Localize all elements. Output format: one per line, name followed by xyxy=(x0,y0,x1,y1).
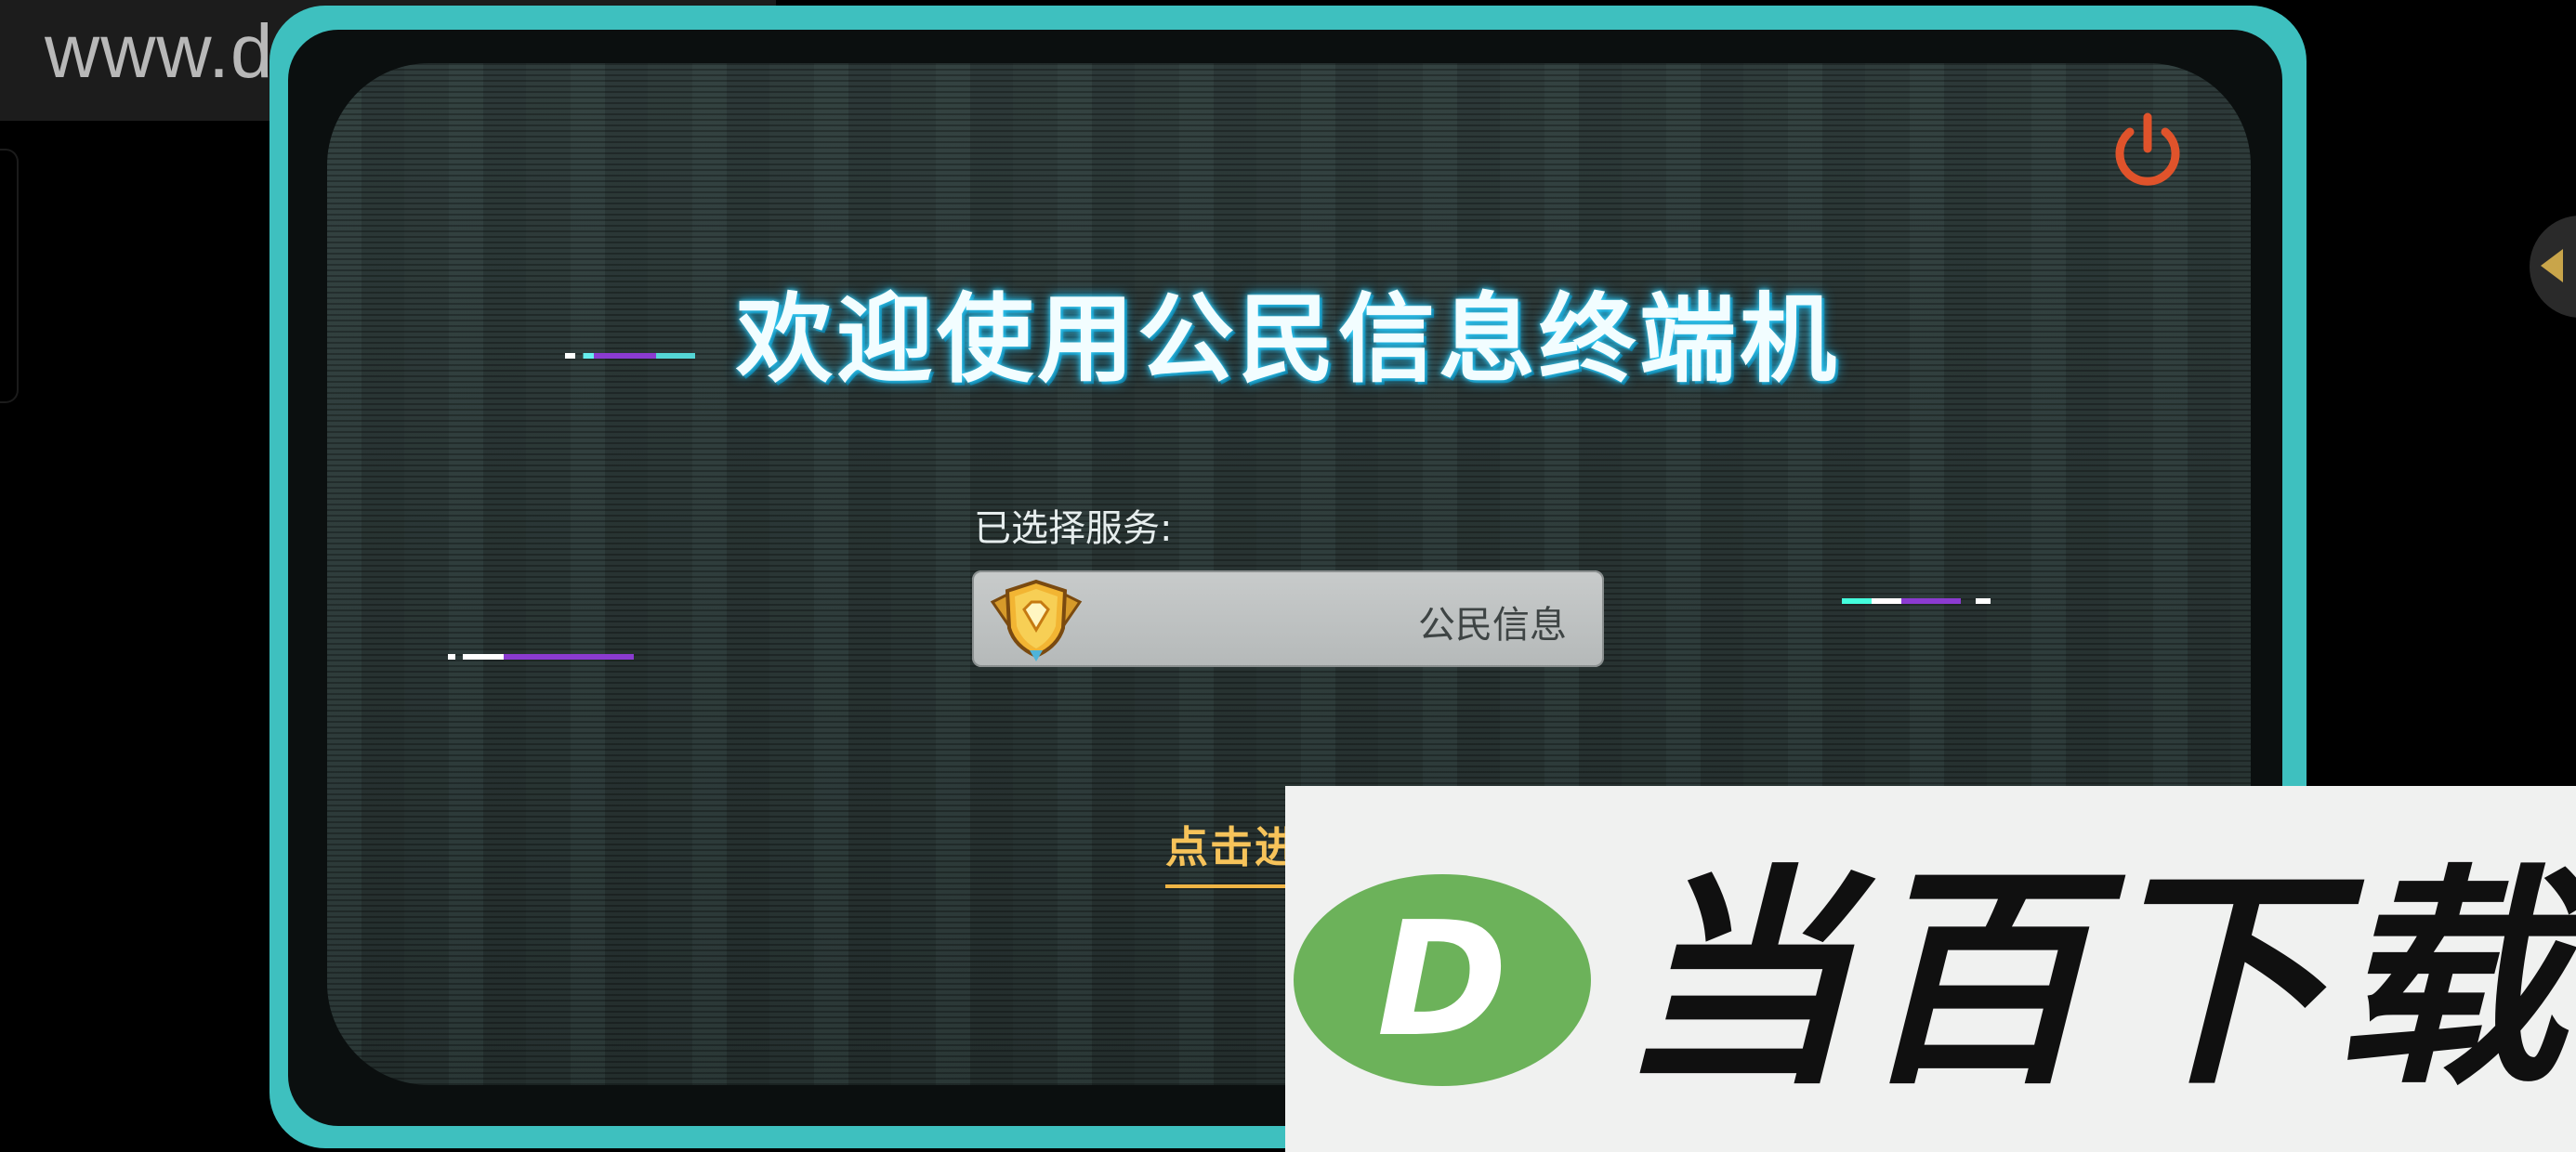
downbai-logo-overlay: D 当百下载 xyxy=(1285,786,2576,1152)
selected-service-label: 已选择服务: xyxy=(974,507,1173,550)
selected-service-card[interactable]: 公民信息 xyxy=(972,570,1604,667)
downbai-brand-text: 当百下载 xyxy=(1620,845,2571,1116)
welcome-title: 欢迎使用公民信息终端机 xyxy=(735,282,1840,396)
triangle-left-icon xyxy=(2541,249,2563,282)
power-icon[interactable] xyxy=(2108,111,2188,191)
logo-letter: D xyxy=(1376,888,1507,1072)
screen-glitch-streak xyxy=(1842,598,1991,604)
gold-diamond-shield-badge-icon xyxy=(990,579,1083,661)
downbai-d-logo: D xyxy=(1294,874,1591,1086)
screen-glitch-streak xyxy=(448,654,634,660)
selected-service-name: 公民信息 xyxy=(1418,604,1567,647)
